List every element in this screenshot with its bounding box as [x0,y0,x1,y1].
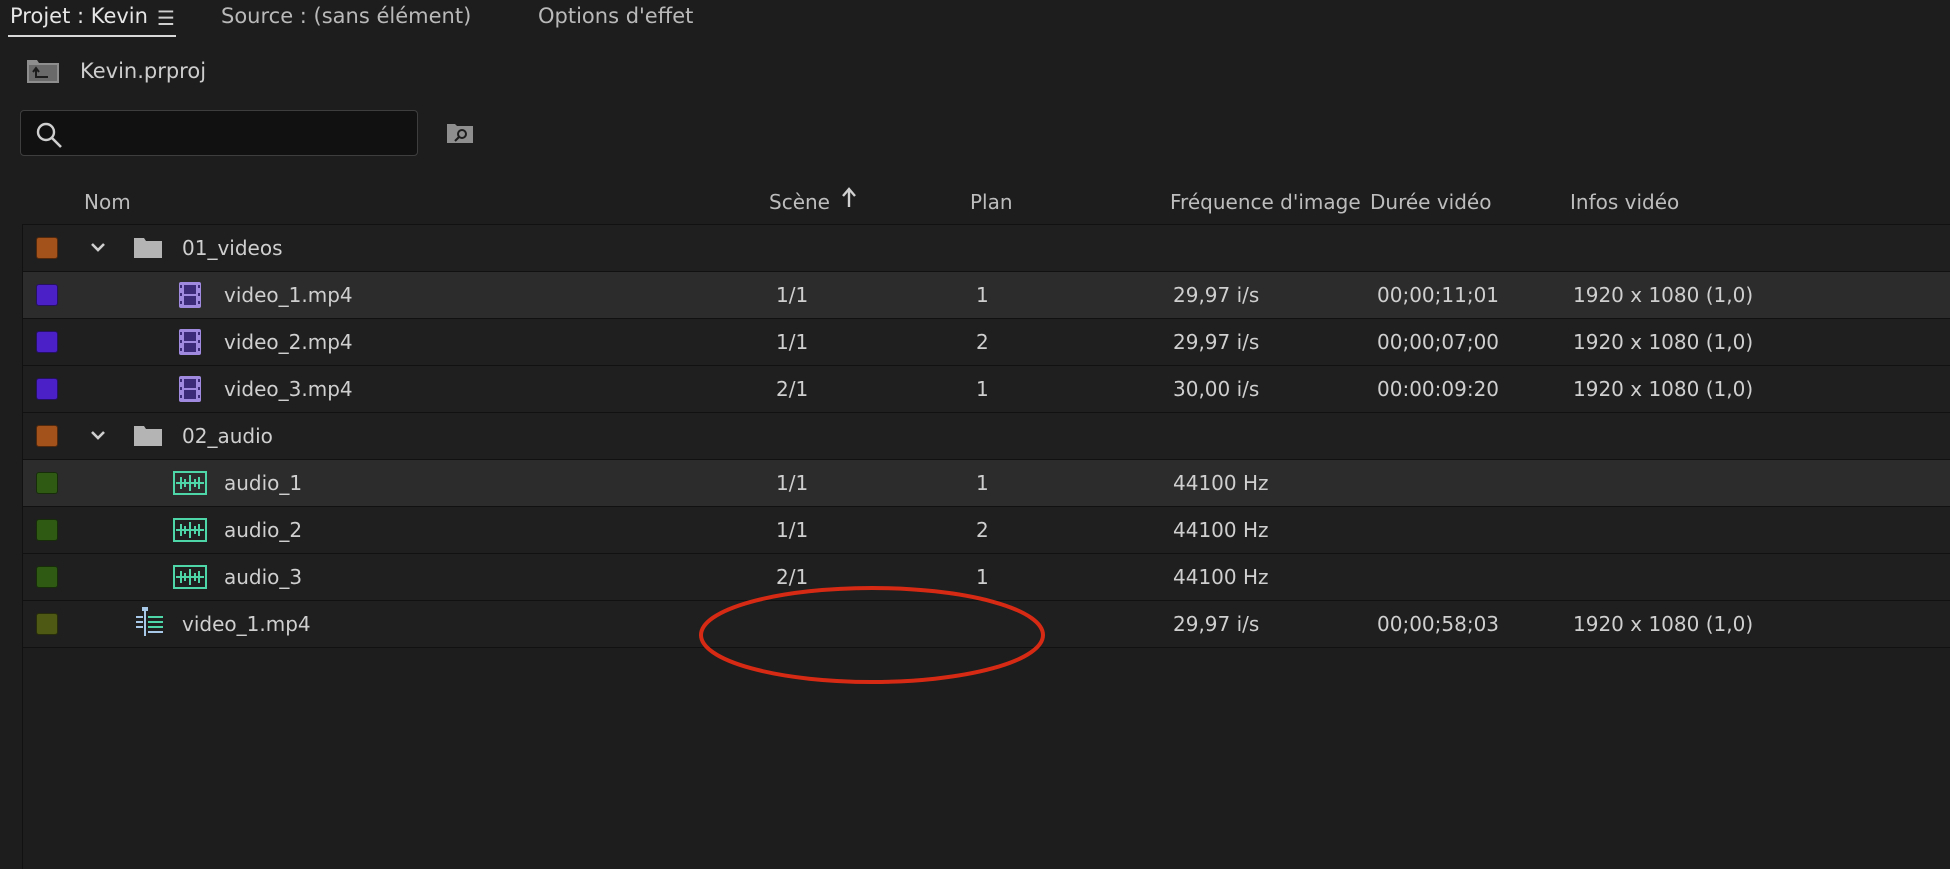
label-color-swatch[interactable] [36,378,58,400]
item-frame-rate: 44100 Hz [1173,565,1269,589]
active-tab-indicator [8,35,176,37]
tab-project[interactable]: Projet : Kevin [10,4,148,28]
sort-ascending-icon[interactable] [840,186,858,214]
item-frame-rate: 29,97 i/s [1173,330,1260,354]
item-video-duration: 00;00;11;01 [1377,283,1500,307]
item-plan: 1 [976,565,989,589]
label-color-swatch[interactable] [36,331,58,353]
list-item[interactable]: video_1.mp4 1/1 1 29,97 i/s 00;00;11;01 … [23,272,1950,319]
item-name: video_1.mp4 [182,612,311,636]
parent-bin-icon[interactable] [26,56,60,84]
chevron-down-icon[interactable] [89,426,107,448]
item-scene: 1/1 [776,471,809,495]
folder-icon [133,237,163,263]
chevron-down-icon[interactable] [89,238,107,260]
label-color-swatch[interactable] [36,566,58,588]
column-header-scene[interactable]: Scène [769,190,830,214]
item-name: video_3.mp4 [224,377,353,401]
search-icon [35,121,63,153]
sequence-icon [133,606,165,642]
label-color-swatch[interactable] [36,237,58,259]
item-name: audio_3 [224,565,303,589]
item-scene: 2/1 [776,377,809,401]
label-color-swatch[interactable] [36,472,58,494]
list-item[interactable]: 01_videos [23,225,1950,272]
list-item[interactable]: video_3.mp4 2/1 1 30,00 i/s 00:00:09:20 … [23,366,1950,413]
item-frame-rate: 44100 Hz [1173,518,1269,542]
item-video-info: 1920 x 1080 (1,0) [1573,283,1754,307]
waveform-icon [173,518,207,546]
list-item[interactable]: video_2.mp4 1/1 2 29,97 i/s 00;00;07;00 … [23,319,1950,366]
folder-icon [133,425,163,451]
item-plan: 1 [976,377,989,401]
column-header-plan[interactable]: Plan [970,190,1013,214]
search-input[interactable] [73,117,407,149]
item-video-info: 1920 x 1080 (1,0) [1573,377,1754,401]
column-header-frame-rate[interactable]: Fréquence d'image [1170,190,1361,214]
item-name: audio_1 [224,471,303,495]
item-video-info: 1920 x 1080 (1,0) [1573,612,1754,636]
item-video-duration: 00:00:09:20 [1377,377,1500,401]
item-frame-rate: 29,97 i/s [1173,612,1260,636]
item-scene: 2/1 [776,565,809,589]
item-scene: 1/1 [776,330,809,354]
waveform-icon [173,565,207,593]
item-name: video_2.mp4 [224,330,353,354]
list-item[interactable]: audio_3 2/1 1 44100 Hz [23,554,1950,601]
item-scene: 1/1 [776,518,809,542]
item-name: video_1.mp4 [224,283,353,307]
item-plan: 1 [976,471,989,495]
list-item[interactable]: video_1.mp4 29,97 i/s 00;00;58;03 1920 x… [23,601,1950,648]
project-item-list: 01_videos video_1.mp4 1/1 1 29,97 i/s 00… [22,224,1950,869]
tab-source[interactable]: Source : (sans élément) [221,4,471,28]
item-name: 02_audio [182,424,273,448]
item-name: audio_2 [224,518,303,542]
film-strip-icon [178,328,202,360]
column-header-video-duration[interactable]: Durée vidéo [1370,190,1491,214]
item-name: 01_videos [182,236,283,260]
find-in-bin-icon[interactable] [446,122,474,148]
search-box[interactable] [20,110,418,156]
item-video-duration: 00;00;58;03 [1377,612,1500,636]
label-color-swatch[interactable] [36,284,58,306]
label-color-swatch[interactable] [36,519,58,541]
panel-menu-icon[interactable]: ☰ [157,6,175,30]
waveform-icon [173,471,207,499]
list-item[interactable]: audio_2 1/1 2 44100 Hz [23,507,1950,554]
project-filename: Kevin.prproj [80,59,207,83]
film-strip-icon [178,375,202,407]
item-plan: 2 [976,518,989,542]
film-strip-icon [178,281,202,313]
item-plan: 1 [976,283,989,307]
tab-effect-options[interactable]: Options d'effet [538,4,693,28]
item-scene: 1/1 [776,283,809,307]
column-header-name[interactable]: Nom [84,190,131,214]
item-frame-rate: 30,00 i/s [1173,377,1260,401]
label-color-swatch[interactable] [36,613,58,635]
column-header-video-info[interactable]: Infos vidéo [1570,190,1679,214]
panel-tabs: Projet : Kevin ☰ Source : (sans élément)… [0,0,1950,40]
item-video-duration: 00;00;07;00 [1377,330,1500,354]
column-header-row: Nom Scène Plan Fréquence d'image Durée v… [0,190,1950,224]
item-frame-rate: 29,97 i/s [1173,283,1260,307]
item-plan: 2 [976,330,989,354]
list-item[interactable]: 02_audio [23,413,1950,460]
label-color-swatch[interactable] [36,425,58,447]
list-item[interactable]: audio_1 1/1 1 44100 Hz [23,460,1950,507]
item-video-info: 1920 x 1080 (1,0) [1573,330,1754,354]
item-frame-rate: 44100 Hz [1173,471,1269,495]
